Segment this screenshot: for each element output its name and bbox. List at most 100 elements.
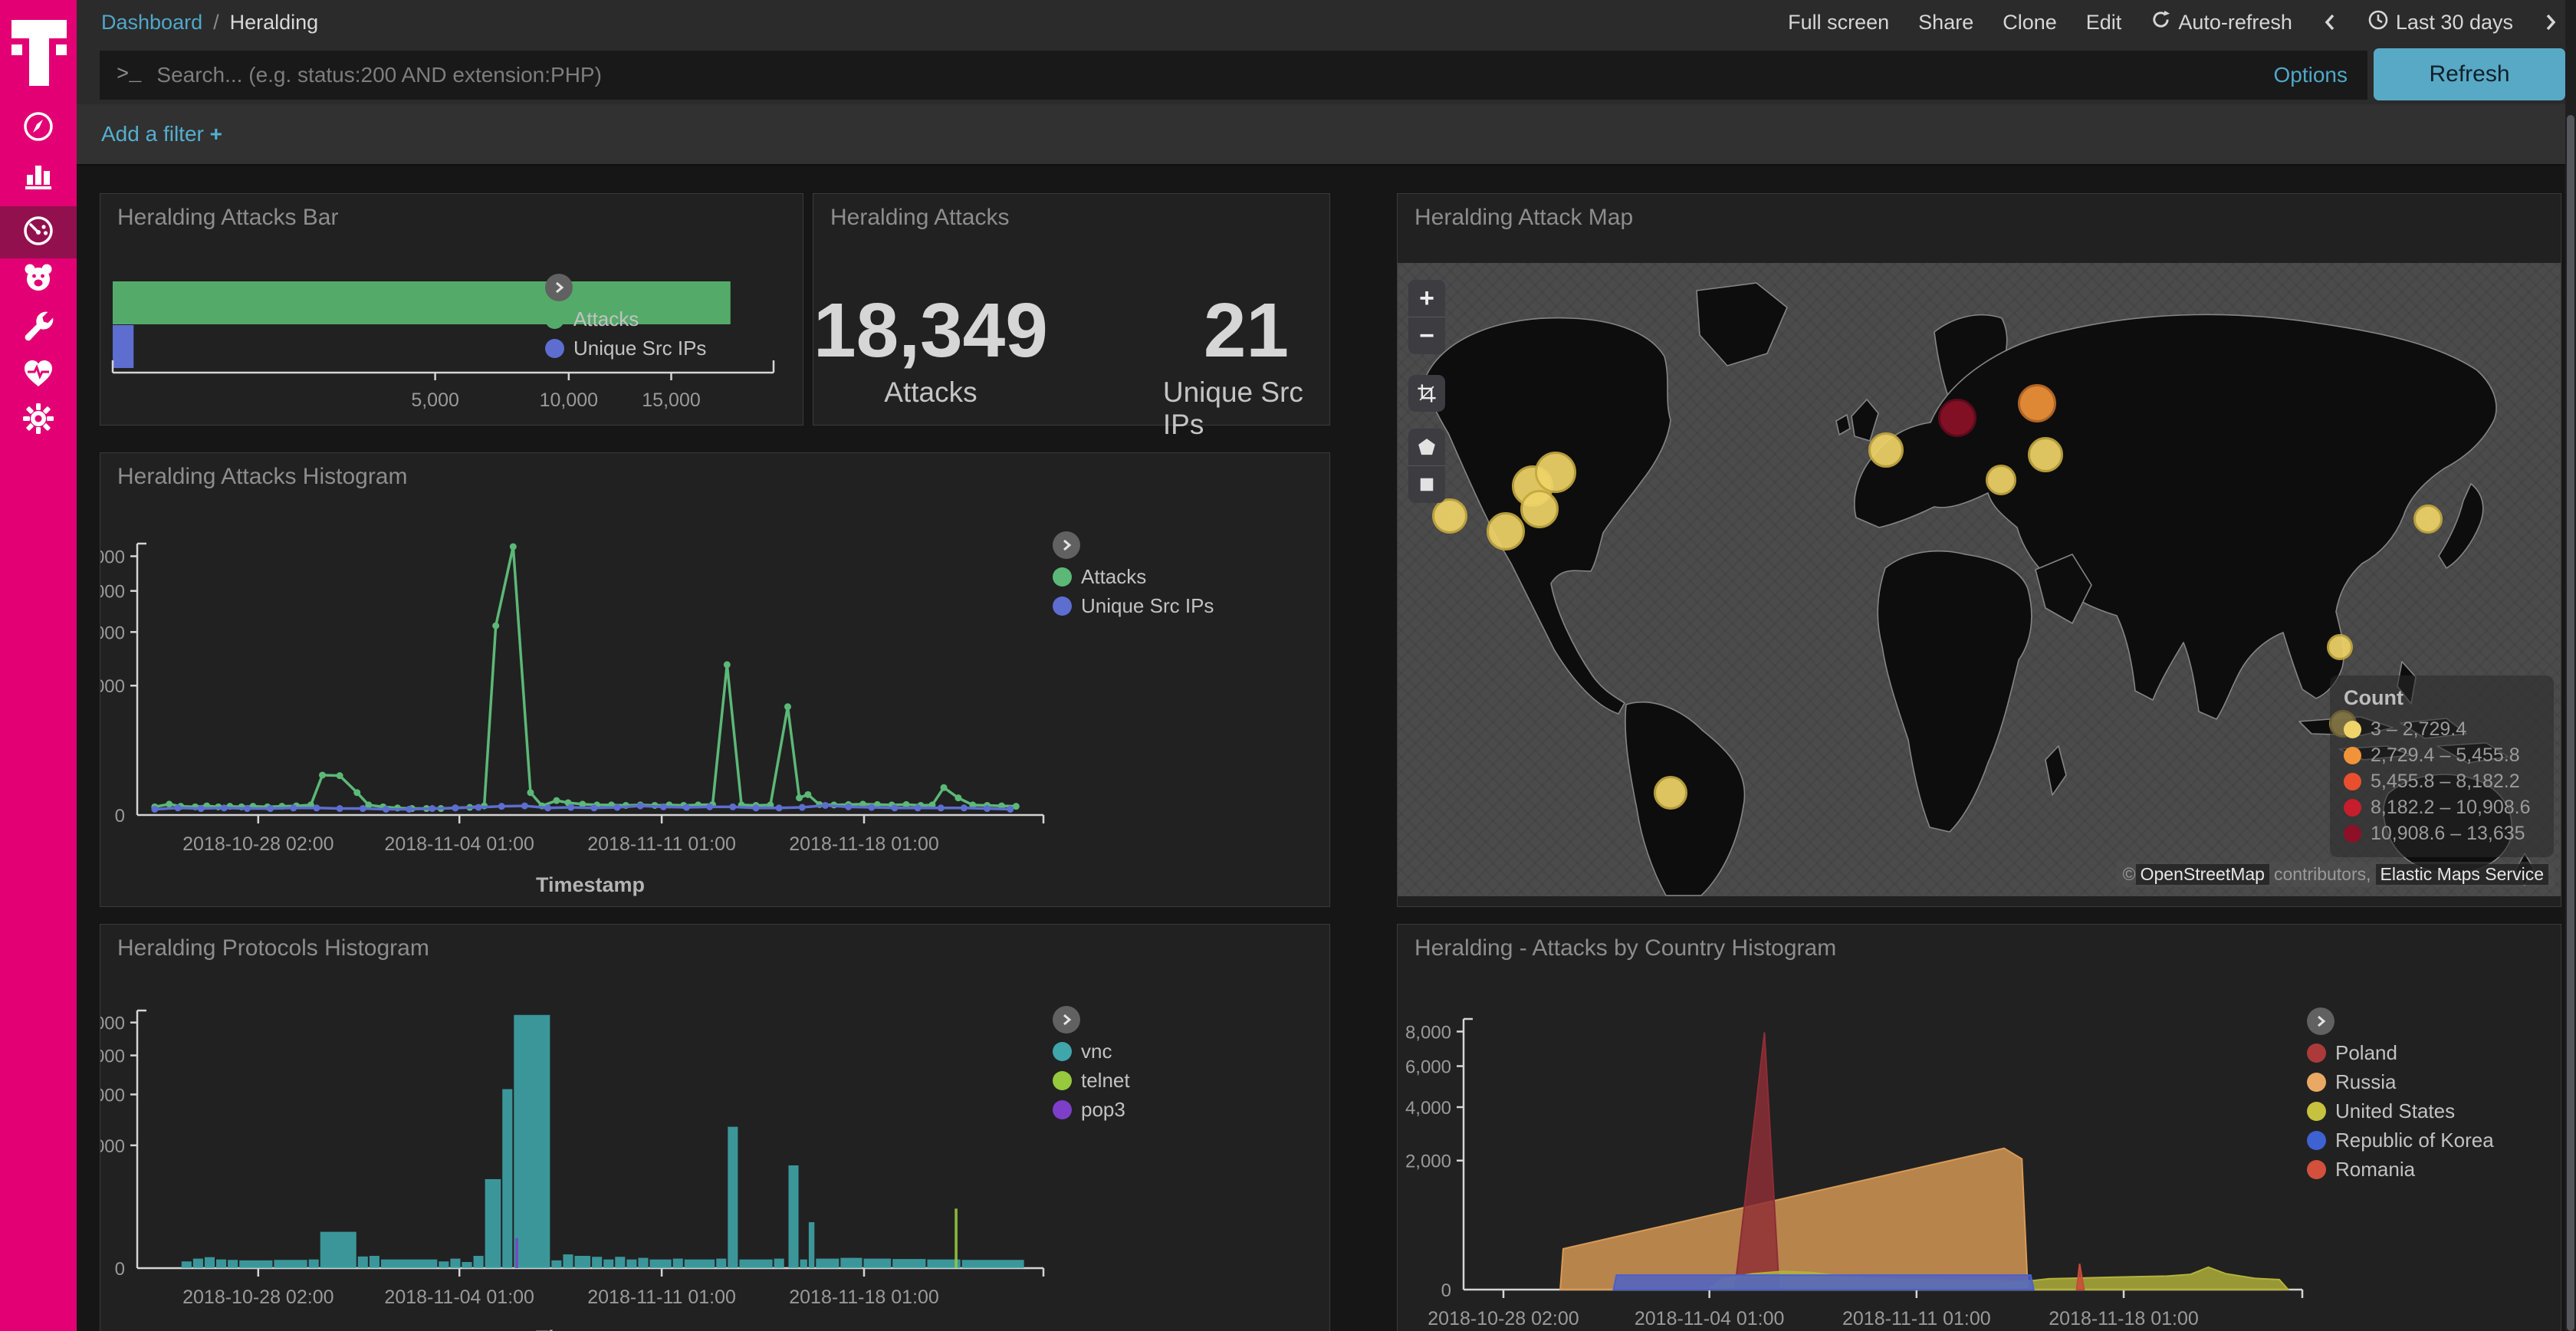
time-back-button[interactable] [2321,11,2338,34]
legend-dot [545,339,564,358]
sidebar-item-visualize[interactable] [0,150,77,202]
legend-collapse-icon[interactable] [1053,1006,1080,1034]
rectangle-draw-icon[interactable] [1408,466,1445,503]
legend-label: Attacks [573,307,639,331]
map-legend-dot [2344,721,2361,738]
panel-title: Heralding Attacks [830,205,1009,231]
search-input[interactable] [155,62,2273,88]
legend-dot [2307,1131,2326,1150]
plus-icon: + [210,122,222,146]
legend-label: Poland [2335,1041,2397,1065]
kibana-dashboard: Dashboard / Heralding Full screen Share … [0,0,2576,1331]
attack-bubble-brazil[interactable] [1654,776,1687,810]
legend-label: Republic of Korea [2335,1129,2494,1152]
chart-legend: vnc telnet pop3 [1053,1006,1130,1121]
legend-label: Unique Src IPs [573,337,706,360]
sidebar-item-discover[interactable] [0,102,77,154]
scrollbar-thumb[interactable] [2567,115,2574,1331]
legend-item-attacks[interactable]: Attacks [545,307,706,330]
sidebar-item-management[interactable] [0,394,77,446]
elastic-maps-service-link[interactable]: Elastic Maps Service [2376,864,2548,885]
breadcrumb-separator: / [213,11,219,35]
svg-text:4,000: 4,000 [1405,1098,1451,1119]
openstreetmap-link[interactable]: OpenStreetMap [2136,864,2269,885]
auto-refresh-button[interactable]: Auto-refresh [2150,9,2292,35]
breadcrumb: Dashboard / Heralding [101,11,318,35]
sidebar-item-health[interactable] [0,348,77,400]
attack-bubble-vietnam[interactable] [2327,634,2353,660]
telekom-logo[interactable] [12,20,67,86]
query-prompt-icon: >_ [117,64,141,87]
clone-button[interactable]: Clone [2003,11,2057,35]
legend-item-united-states[interactable]: United States [2307,1099,2494,1122]
legend-item-romania[interactable]: Romania [2307,1158,2494,1181]
edit-button[interactable]: Edit [2086,11,2122,35]
map-legend-dot [2344,747,2361,764]
options-link[interactable]: Options [2274,63,2348,87]
attack-bubble-us-northeast[interactable] [1535,452,1576,493]
sidebar-item-dev-tools[interactable] [0,302,77,354]
panel-heralding-attacks-metric: Heralding Attacks 18,349 Attacks 21 Uniq… [813,193,1330,426]
legend-dot [1053,1042,1072,1061]
legend-item-russia[interactable]: Russia [2307,1070,2494,1093]
crop-fit-icon[interactable] [1408,375,1445,412]
legend-label: pop3 [1081,1098,1125,1122]
legend-dot [1053,1071,1072,1090]
legend-item-attacks[interactable]: Attacks [1053,565,1214,588]
legend-item-poland[interactable]: Poland [2307,1041,2494,1064]
refresh-button[interactable]: Refresh [2374,48,2565,100]
map-legend-dot [2344,799,2361,817]
legend-item-republic-of-korea[interactable]: Republic of Korea [2307,1129,2494,1152]
sidebar [0,0,77,1331]
compass-icon [20,108,57,149]
map-legend-label: 2,729.4 – 5,455.8 [2371,744,2520,767]
full-screen-button[interactable]: Full screen [1788,11,1889,35]
map-legend-label: 3 – 2,729.4 [2371,718,2466,741]
svg-text:0: 0 [115,1259,125,1280]
legend-item-telnet[interactable]: telnet [1053,1069,1130,1092]
legend-collapse-icon[interactable] [1053,531,1080,559]
attacks-histogram-chart[interactable]: 02,0004,0006,0008,0002018-10-28 02:00201… [100,453,1329,906]
time-forward-button[interactable] [2542,11,2559,34]
share-button[interactable]: Share [1918,11,1973,35]
legend-item-unique-src-ips[interactable]: Unique Src IPs [1053,594,1214,617]
legend-item-pop3[interactable]: pop3 [1053,1098,1130,1121]
attack-bubble-ukraine[interactable] [2028,437,2063,472]
sidebar-item-monitoring[interactable] [0,253,77,305]
add-filter-link[interactable]: Add a filter + [101,122,222,146]
legend-label: telnet [1081,1069,1130,1093]
map-legend-label: 10,908.6 – 13,635 [2371,823,2525,845]
map-attribution: © OpenStreetMap contributors, Elastic Ma… [2117,862,2555,887]
world-map[interactable]: + − Count 3 – 2,729.42,729.4 [1398,263,2561,896]
breadcrumb-dashboard-link[interactable]: Dashboard [101,11,202,35]
filter-bar: Add a filter + [77,104,2576,166]
bear-icon [20,259,57,300]
metric-label: Unique Src IPs [1163,376,1329,441]
wrench-icon [20,308,57,349]
svg-text:15,000: 15,000 [642,389,700,411]
protocols-histogram-chart[interactable]: 02,0004,0006,0008,0002018-10-28 02:00201… [100,925,1329,1331]
top-nav: Dashboard / Heralding Full screen Share … [77,0,2576,44]
legend-item-vnc[interactable]: vnc [1053,1040,1130,1063]
time-range-picker[interactable]: Last 30 days [2367,9,2513,36]
map-legend-row-2: 5,455.8 – 8,182.2 [2344,768,2540,794]
legend-label: vnc [1081,1040,1112,1063]
map-legend-label: 5,455.8 – 8,182.2 [2371,771,2520,793]
legend-collapse-icon[interactable] [545,274,573,301]
attack-bubble-south-korea[interactable] [2413,504,2443,534]
attack-bubble-france[interactable] [1868,432,1904,468]
sidebar-item-dashboard[interactable] [0,206,77,258]
heart-pulse-icon [20,354,57,395]
polygon-draw-icon[interactable] [1408,429,1445,465]
zoom-in-button[interactable]: + [1408,280,1445,317]
zoom-out-button[interactable]: − [1408,317,1445,354]
attack-bubble-us-southeast[interactable] [1487,512,1525,550]
legend-collapse-icon[interactable] [2307,1007,2334,1035]
svg-text:10,000: 10,000 [540,389,598,411]
legend-label: United States [2335,1099,2455,1123]
svg-text:2018-11-18 01:00: 2018-11-18 01:00 [789,1287,939,1308]
legend-dot [1053,596,1072,616]
legend-dot [1053,567,1072,587]
legend-item-unique-src-ips[interactable]: Unique Src IPs [545,337,706,360]
attack-bubble-poland[interactable] [1938,399,1976,437]
